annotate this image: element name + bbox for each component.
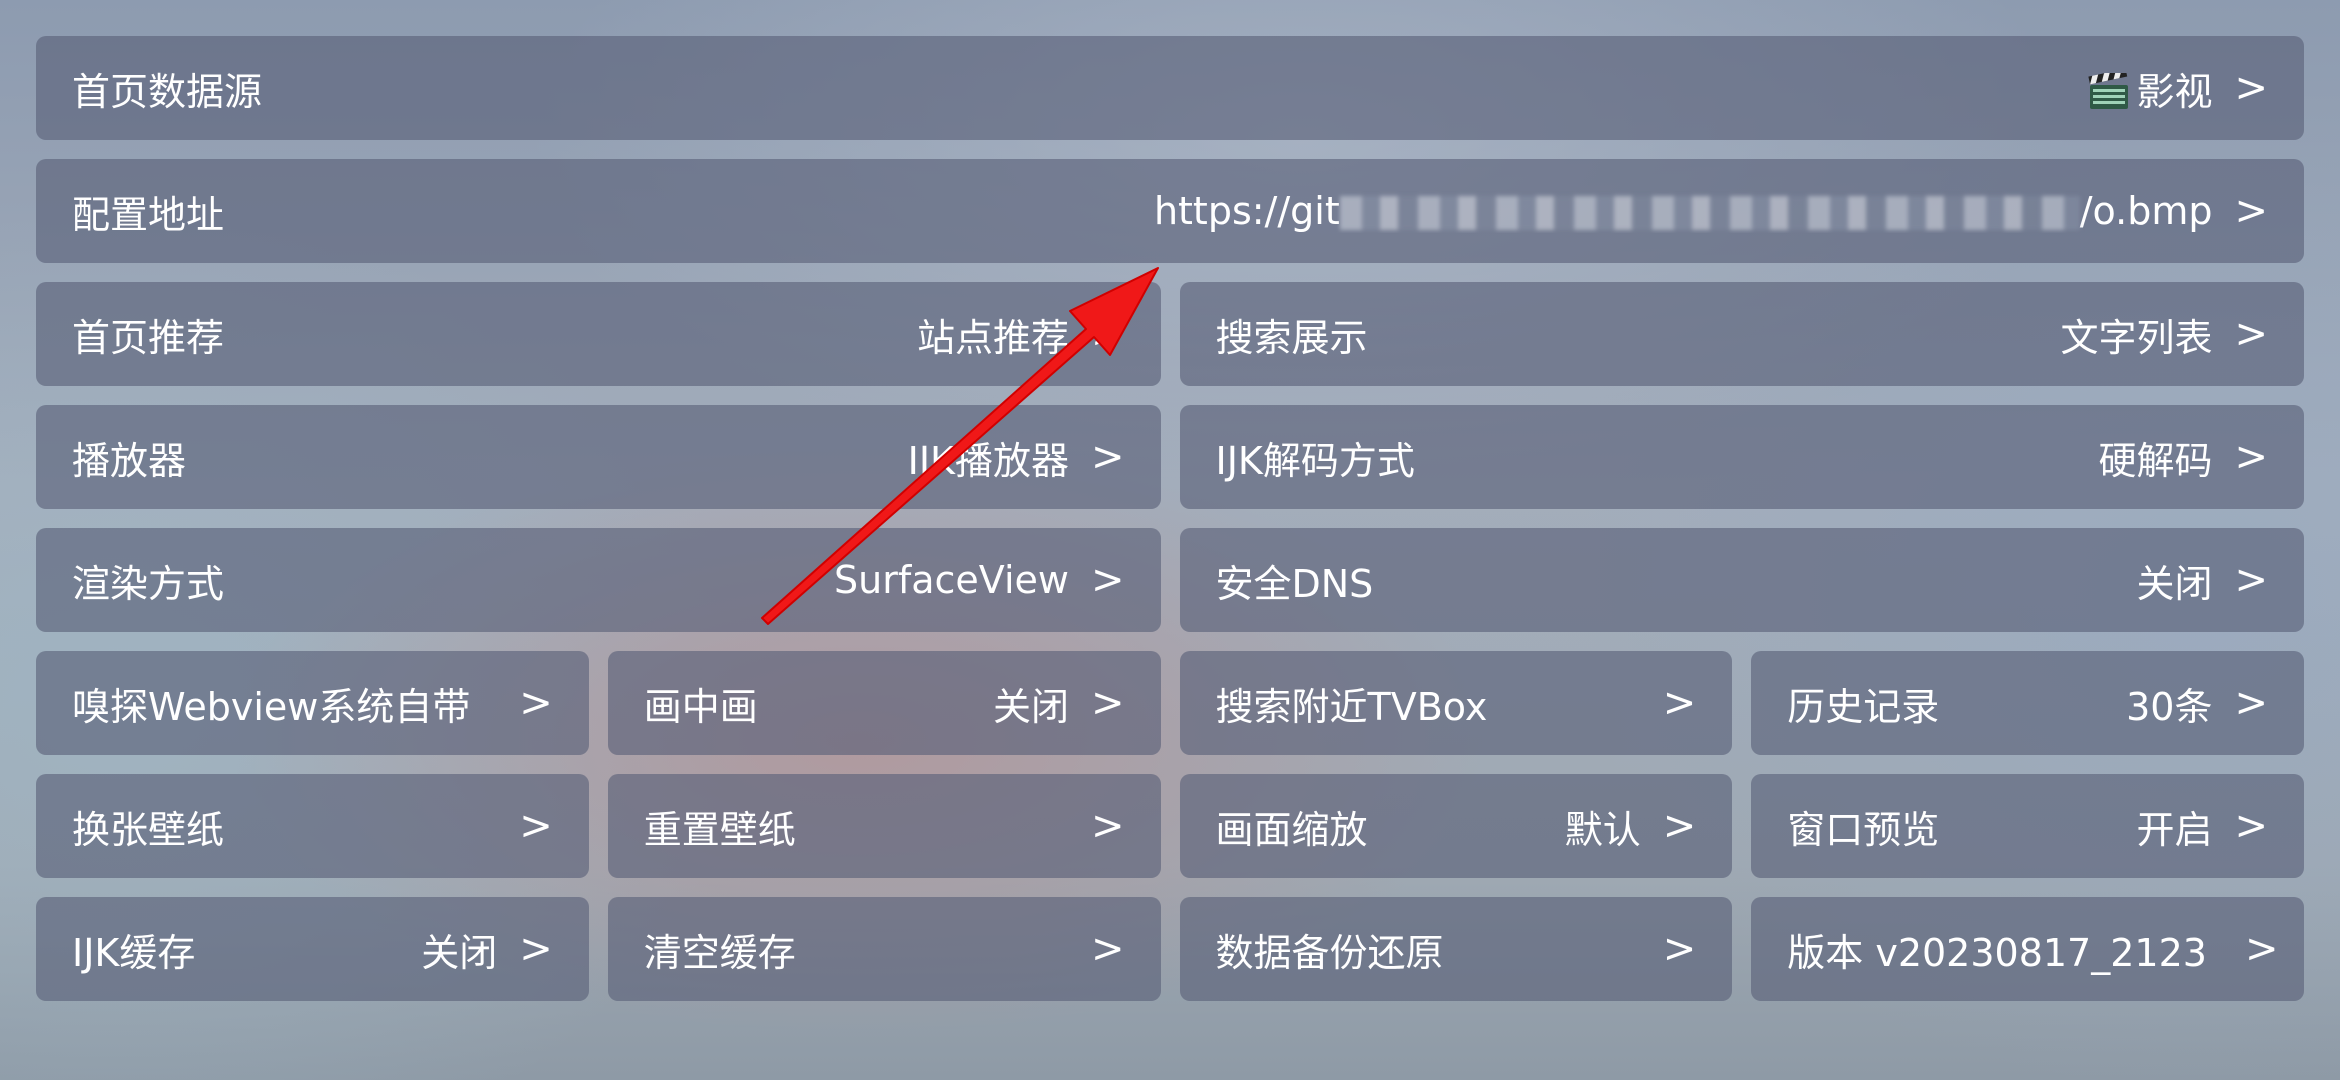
setting-value: 关闭 (2136, 561, 2213, 606)
chevron-right-icon: > (2244, 926, 2279, 972)
clapperboard-icon (2088, 68, 2130, 111)
chevron-right-icon: > (1090, 557, 1125, 603)
setting-value: 文字列表 (2060, 315, 2213, 360)
setting-label: 首页数据源 (72, 69, 263, 114)
setting-config-url[interactable]: 配置地址 https://git/o.bmp > (36, 159, 2304, 263)
setting-label: 首页推荐 (72, 315, 225, 360)
chevron-right-icon: > (2234, 557, 2268, 603)
setting-value: 默认 (1564, 807, 1641, 852)
setting-label: IJK解码方式 (1215, 438, 1415, 483)
chevron-right-icon: > (2234, 434, 2268, 480)
setting-label: 画中画 (643, 684, 758, 729)
setting-value: IJK播放器 (907, 438, 1069, 483)
setting-label: 画面缩放 (1215, 807, 1368, 852)
chevron-right-icon: > (1090, 434, 1125, 480)
setting-label: 搜索展示 (1215, 315, 1368, 360)
setting-label: 搜索附近TVBox (1215, 684, 1488, 729)
setting-reset-wallpaper[interactable]: 重置壁纸 > (607, 774, 1161, 878)
setting-label: 换张壁纸 (72, 807, 225, 852)
setting-label: 播放器 (72, 438, 187, 483)
setting-value: https://git/o.bmp (240, 189, 2213, 233)
setting-label: IJK缓存 (72, 930, 196, 975)
setting-label: 渲染方式 (72, 561, 225, 606)
setting-render-mode[interactable]: 渲染方式 SurfaceView > (36, 528, 1161, 632)
setting-screen-scale[interactable]: 画面缩放 默认 > (1179, 774, 1733, 878)
chevron-right-icon: > (1662, 926, 1697, 972)
url-end: /o.bmp (2079, 189, 2213, 233)
setting-value: 关闭 (421, 930, 498, 975)
setting-label: 窗口预览 (1787, 807, 1940, 852)
url-start: https://git (1153, 189, 1340, 233)
setting-label: 嗅探Webview系统自带 (72, 684, 471, 729)
setting-value: SurfaceView (834, 558, 1069, 602)
setting-window-preview[interactable]: 窗口预览 开启 > (1751, 774, 2304, 878)
setting-label: 重置壁纸 (643, 807, 796, 852)
setting-home-source[interactable]: 首页数据源 影视 > (36, 36, 2304, 140)
setting-value: 影视 (278, 61, 2212, 116)
chevron-right-icon: > (2234, 65, 2268, 111)
setting-value: 30条 (2126, 684, 2213, 729)
setting-label: 数据备份还原 (1215, 930, 1444, 975)
setting-change-wallpaper[interactable]: 换张壁纸 > (36, 774, 589, 878)
chevron-right-icon: > (519, 803, 553, 849)
setting-player[interactable]: 播放器 IJK播放器 > (36, 405, 1161, 509)
chevron-right-icon: > (1090, 311, 1125, 357)
setting-search-display[interactable]: 搜索展示 文字列表 > (1179, 282, 2304, 386)
setting-label: 配置地址 (72, 192, 225, 237)
setting-label: 历史记录 (1787, 684, 1940, 729)
chevron-right-icon: > (1662, 803, 1697, 849)
setting-label: 版本 v20230817_2123 (1787, 930, 2207, 975)
chevron-right-icon: > (2234, 311, 2268, 357)
setting-clear-cache[interactable]: 清空缓存 > (607, 897, 1161, 1001)
setting-value: 站点推荐 (916, 315, 1069, 360)
config-url-value: https://git/o.bmp (1154, 189, 2213, 233)
setting-version[interactable]: 版本 v20230817_2123 > (1751, 897, 2304, 1001)
setting-history[interactable]: 历史记录 30条 > (1751, 651, 2304, 755)
chevron-right-icon: > (1662, 680, 1697, 726)
chevron-right-icon: > (519, 680, 553, 726)
setting-ijk-decode[interactable]: IJK解码方式 硬解码 > (1179, 405, 2304, 509)
setting-value-text: 影视 (2136, 69, 2213, 114)
setting-secure-dns[interactable]: 安全DNS 关闭 > (1179, 528, 2304, 632)
setting-sniff-webview[interactable]: 嗅探Webview系统自带 > (36, 651, 589, 755)
setting-home-recommend[interactable]: 首页推荐 站点推荐 > (36, 282, 1161, 386)
chevron-right-icon: > (1090, 926, 1125, 972)
setting-value: 关闭 (992, 684, 1069, 729)
chevron-right-icon: > (2234, 680, 2268, 726)
chevron-right-icon: > (519, 926, 553, 972)
settings-grid: 首页数据源 影视 > 配置地址 https://git /o.bmp > 首页推… (36, 36, 2304, 1001)
setting-label: 安全DNS (1215, 561, 1374, 606)
chevron-right-icon: > (1090, 680, 1125, 726)
chevron-right-icon: > (1090, 803, 1125, 849)
chevron-right-icon: > (2234, 803, 2268, 849)
setting-backup-restore[interactable]: 数据备份还原 > (1179, 897, 1733, 1001)
setting-ijk-cache[interactable]: IJK缓存 关闭 > (36, 897, 589, 1001)
setting-pip[interactable]: 画中画 关闭 > (607, 651, 1161, 755)
setting-value: 硬解码 (2098, 438, 2213, 483)
setting-label: 清空缓存 (643, 930, 796, 975)
setting-search-nearby-tvbox[interactable]: 搜索附近TVBox > (1179, 651, 1733, 755)
setting-value: 开启 (2136, 807, 2213, 852)
redacted-url-segment (1339, 196, 2080, 230)
chevron-right-icon: > (2234, 188, 2268, 234)
